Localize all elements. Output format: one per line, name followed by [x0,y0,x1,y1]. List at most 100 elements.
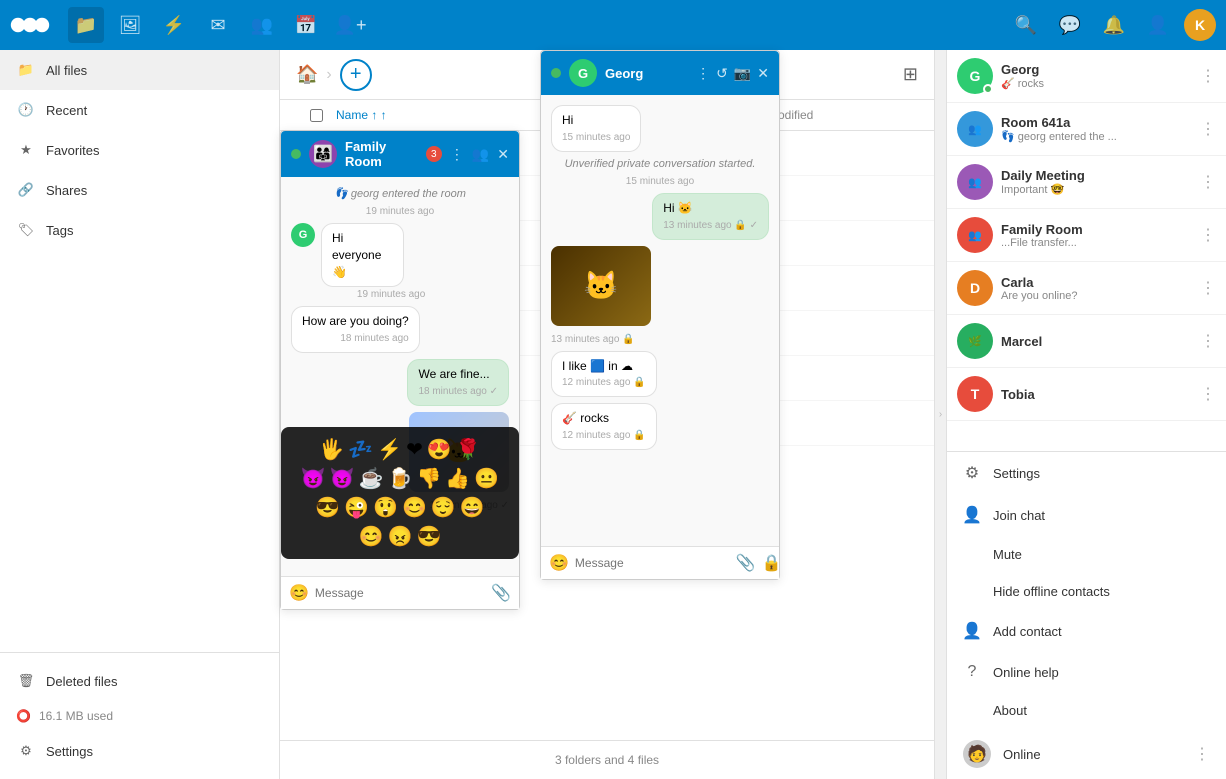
emoji[interactable]: 😜 [344,495,369,520]
calendar-nav-icon[interactable]: 📅 [288,7,324,43]
family-close-icon[interactable]: ✕ [497,146,509,163]
emoji[interactable]: 😐 [474,466,499,491]
more-options-icon[interactable]: ⋮ [696,65,710,82]
msg-bubble: Hi everyone 👋 [321,223,404,287]
contact-more-icon[interactable]: ⋮ [1200,225,1216,245]
emoji[interactable]: 😈 [301,466,326,491]
users-nav-icon[interactable]: 👤+ [332,7,368,43]
star-icon: ★ [16,140,36,160]
join-chat-menu-item[interactable]: 👤 Join chat [947,494,1226,536]
online-help-menu-item[interactable]: ? Online help [947,652,1226,692]
mute-menu-item[interactable]: Mute [947,536,1226,573]
panel-scroll-handle[interactable]: › [934,50,946,779]
emoji[interactable]: 😠 [388,524,413,549]
emoji[interactable]: 🍺 [388,466,413,491]
photos-nav-icon[interactable]: 🖼 [112,7,148,43]
sidebar-item-shares[interactable]: 🔗 Shares [0,170,279,210]
message-bubble: I like 🟦 in ☁ 12 minutes ago 🔒 [551,351,657,398]
add-contact-menu-item[interactable]: 👤 Add contact [947,610,1226,652]
talk-contact-georg[interactable]: G Georg 🎸 rocks ⋮ [947,50,1226,103]
add-button[interactable]: + [340,59,372,91]
video-call-icon[interactable]: 📷 [734,65,751,82]
georg-message-input[interactable] [575,556,730,570]
breadcrumb-home-icon[interactable]: 🏠 [296,64,318,85]
talk-contact-daily-meeting[interactable]: 👥 Daily Meeting Important 🤓 ⋮ [947,156,1226,209]
settings-menu-item[interactable]: ⚙ Settings [947,452,1226,494]
emoji[interactable]: 😈 [330,466,355,491]
sidebar-item-settings[interactable]: ⚙ Settings [0,731,279,771]
emoji[interactable]: 😍 [427,437,452,462]
emoji-button-icon[interactable]: 😊 [289,583,309,603]
undo-icon[interactable]: ↺ [716,65,728,82]
sidebar-item-deleted[interactable]: 🗑 Deleted files [0,661,279,701]
talk-contact-room641a[interactable]: 👥 Room 641a 👣 georg entered the ... ⋮ [947,103,1226,156]
talk-contact-info: Tobia [1001,387,1192,402]
system-message: 👣 georg entered the room [291,187,509,200]
talk-icon[interactable]: 💬 [1052,7,1088,43]
lock-icon: 🔒 [762,553,782,573]
grid-view-icon[interactable]: ⊞ [903,64,918,84]
emoji[interactable]: 😌 [431,495,456,520]
emoji[interactable]: 😊 [359,524,384,549]
emoji[interactable]: 😎 [416,524,441,549]
sidebar-item-tags[interactable]: 🏷 Tags [0,210,279,250]
emoji-button-icon[interactable]: 😊 [549,553,569,573]
emoji[interactable]: 💤 [348,437,373,462]
files-nav-icon[interactable]: 📁 [68,7,104,43]
message-bubble-sent: Hi 🐱 13 minutes ago 🔒 ✓ [652,193,769,240]
emoji[interactable]: 😲 [373,495,398,520]
contact-more-icon[interactable]: ⋮ [1200,384,1216,404]
emoji[interactable]: 👍 [445,466,470,491]
about-menu-item[interactable]: About [947,692,1226,729]
contact-more-icon[interactable]: ⋮ [1200,119,1216,139]
sidebar-item-all-files[interactable]: 📁 All files [0,50,279,90]
talk-contact-family-room[interactable]: 👥 Family Room ...File transfer... ⋮ [947,209,1226,262]
emoji[interactable]: 😊 [402,495,427,520]
storage-text: 16.1 MB used [39,709,113,723]
user-avatar[interactable]: K [1184,9,1216,41]
modified-column-header[interactable]: Modified [768,108,918,122]
contact-more-icon[interactable]: ⋮ [1200,66,1216,86]
contact-more-icon[interactable]: ⋮ [1200,331,1216,351]
mail-nav-icon[interactable]: ✉ [200,7,236,43]
emoji[interactable]: 😎 [315,495,340,520]
activity-nav-icon[interactable]: ⚡ [156,7,192,43]
avatar: 👥 [957,111,993,147]
emoji[interactable]: 🌹 [456,437,481,462]
contacts-nav-icon[interactable]: 👥 [244,7,280,43]
close-chat-icon[interactable]: ✕ [757,65,769,82]
status-more-icon[interactable]: ⋮ [1194,744,1210,764]
contact-more-icon[interactable]: ⋮ [1200,172,1216,192]
msg-time: 18 minutes ago [302,332,409,346]
family-more-icon[interactable]: ⋮ [450,146,464,163]
emoji[interactable]: ❤ [406,437,423,462]
select-all-checkbox[interactable] [296,108,336,122]
folder-icon: 📁 [16,60,36,80]
family-message-input[interactable] [315,586,485,600]
attachment-icon[interactable]: 📎 [491,583,511,603]
avatar: 🧑 [963,740,991,768]
emoji[interactable]: 😄 [460,495,485,520]
talk-contact-carla[interactable]: D Carla Are you online? ⋮ [947,262,1226,315]
add-contact-icon: 👤 [963,621,981,641]
notifications-icon[interactable]: 🔔 [1096,7,1132,43]
app-logo[interactable] [10,13,60,37]
talk-contact-marcel[interactable]: 🌿 Marcel ⋮ [947,315,1226,368]
contact-more-icon[interactable]: ⋮ [1200,278,1216,298]
talk-contact-tobia[interactable]: T Tobia ⋮ [947,368,1226,421]
online-status-item[interactable]: 🧑 Online ⋮ [947,729,1226,779]
emoji[interactable]: ⚡ [377,437,402,462]
contact-sub: 👣 georg entered the ... [1001,130,1192,143]
family-members-icon[interactable]: 👥 [472,146,489,163]
hide-offline-menu-item[interactable]: Hide offline contacts [947,573,1226,610]
user-menu-icon[interactable]: 👤 [1140,7,1176,43]
emoji[interactable]: ☕ [359,466,384,491]
join-chat-icon: 👤 [963,505,981,525]
search-icon[interactable]: 🔍 [1008,7,1044,43]
sidebar-item-recent[interactable]: 🕐 Recent [0,90,279,130]
emoji[interactable]: 👎 [416,466,441,491]
sidebar-item-label: Shares [46,183,87,198]
attachment-icon[interactable]: 📎 [736,553,756,573]
sidebar-item-favorites[interactable]: ★ Favorites [0,130,279,170]
emoji[interactable]: 🖐 [319,437,344,462]
